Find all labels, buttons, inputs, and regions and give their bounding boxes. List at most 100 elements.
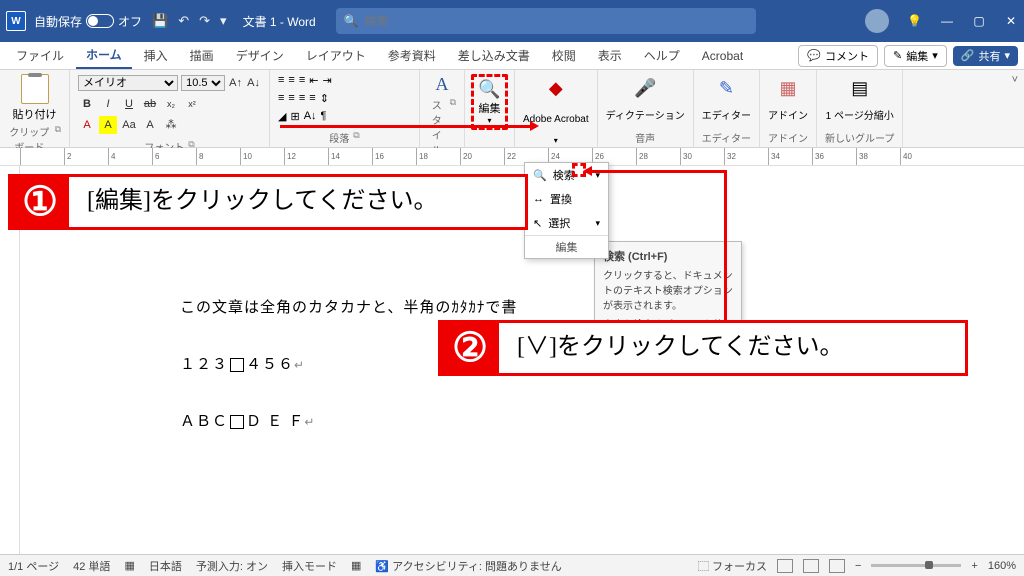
edit-button-highlight: 🔍 編集 ▾ [471,74,507,130]
title-bar: W 自動保存 オフ 💾 ↶ ↷ ▾ 文書 1 - Word 🔍 💡 — ▢ ✕ [0,0,1024,42]
italic-button[interactable]: I [99,95,117,113]
bold-button[interactable]: B [78,95,96,113]
user-avatar[interactable] [865,9,889,33]
ribbon-tabs: ファイル ホーム 挿入 描画 デザイン レイアウト 参考資料 差し込み文書 校閲… [0,42,1024,70]
align-center-button[interactable]: ≡ [288,92,294,105]
save-icon[interactable]: 💾 [152,13,168,29]
status-insert-mode[interactable]: 挿入モード [282,558,337,574]
shading-button[interactable]: ◢ [278,110,286,123]
help-icon[interactable]: 💡 [907,14,922,28]
close-button[interactable]: ✕ [1004,14,1018,28]
tab-mailings[interactable]: 差し込み文書 [448,43,540,68]
tab-review[interactable]: 校閲 [542,43,586,68]
acrobat-icon: ◆ [549,74,563,102]
borders-button[interactable]: ⊞ [290,110,299,123]
tab-home[interactable]: ホーム [76,42,132,69]
decrease-indent-button[interactable]: ⇤ [309,74,318,87]
horizontal-ruler[interactable]: 246810121416182022242628303234363840 [0,148,1024,166]
tab-draw[interactable]: 描画 [180,43,224,68]
dialog-launcher-icon[interactable]: ⧉ [353,130,359,145]
read-mode-button[interactable] [777,559,793,573]
underline-button[interactable]: U [120,95,138,113]
callout-text-1: [編集]をクリックしてください。 [69,177,456,227]
cursor-icon: ↖ [533,217,542,230]
justify-button[interactable]: ≡ [309,92,315,105]
zoom-in-button[interactable]: + [971,560,977,572]
subscript-button[interactable]: x₂ [162,95,180,113]
font-name-select[interactable]: メイリオ [78,75,178,91]
web-layout-button[interactable] [829,559,845,573]
show-marks-button[interactable]: ¶ [321,110,327,123]
share-button[interactable]: 🔗 共有 ▾ [953,46,1018,66]
zoom-level[interactable]: 160% [988,560,1016,572]
callout-number-2: ② [441,323,499,373]
maximize-button[interactable]: ▢ [972,14,986,28]
styles-button[interactable]: A [436,74,449,95]
status-accessibility[interactable]: ♿ アクセシビリティ: 問題ありません [375,558,561,574]
quick-access-toolbar: 💾 ↶ ↷ ▾ [152,13,227,29]
tab-view[interactable]: 表示 [588,43,632,68]
grow-font-icon[interactable]: A↑ [228,74,243,92]
line-spacing-button[interactable]: ⇕ [320,92,329,105]
search-input[interactable] [365,14,748,28]
group-editing: 🔍 編集 ▾ [465,70,515,147]
zoom-out-button[interactable]: − [855,560,861,572]
status-macro-icon[interactable]: ▦ [351,559,361,572]
autosave-toggle[interactable] [86,14,114,28]
tab-insert[interactable]: 挿入 [134,43,178,68]
annotation-arrow-1 [280,125,536,128]
tab-help[interactable]: ヘルプ [634,43,690,68]
superscript-button[interactable]: x² [183,95,201,113]
tab-layout[interactable]: レイアウト [296,43,376,68]
status-word-count[interactable]: 42 単語 [73,558,110,574]
phonetic-button[interactable]: ⁂ [162,116,180,134]
status-predict[interactable]: 予測入力: オン [196,558,268,574]
highlight-button[interactable]: A [99,116,117,134]
focus-mode-button[interactable]: ⬚ フォーカス [698,558,767,574]
ribbon-collapse-icon[interactable]: ˅ [1006,70,1024,147]
zoom-slider[interactable] [871,564,961,567]
char-border-button[interactable]: A [141,116,159,134]
align-left-button[interactable]: ≡ [278,92,284,105]
tab-references[interactable]: 参考資料 [378,43,446,68]
tab-acrobat[interactable]: Acrobat [692,45,753,67]
menu-item-search[interactable]: 🔍検索▾ [525,163,608,187]
change-case-button[interactable]: Aa [120,116,138,134]
addin-button[interactable]: ▦ アドイン アドイン [760,70,817,147]
zoom-1page-button[interactable]: ▤ 1 ページ分縮小 新しいグループ [817,70,903,147]
print-layout-button[interactable] [803,559,819,573]
increase-indent-button[interactable]: ⇥ [322,74,331,87]
annotation-callout-1: ① [編集]をクリックしてください。 [8,174,528,230]
editing-mode-button[interactable]: ✎ 編集 ▾ [884,45,947,67]
numbering-button[interactable]: ≡ [288,74,294,87]
status-language[interactable]: 日本語 [149,558,182,574]
font-size-select[interactable]: 10.5 [181,75,225,91]
tooltip-title: 検索 (Ctrl+F) [603,248,733,264]
qat-dropdown-icon[interactable]: ▾ [220,13,227,29]
status-page[interactable]: 1/1 ページ [8,558,59,574]
shrink-font-icon[interactable]: A↓ [246,74,261,92]
minimize-button[interactable]: — [940,14,954,28]
sort-button[interactable]: A↓ [304,110,317,123]
bullets-button[interactable]: ≡ [278,74,284,87]
undo-icon[interactable]: ↶ [178,13,189,29]
align-right-button[interactable]: ≡ [299,92,305,105]
paste-button[interactable]: 貼り付け [8,74,61,122]
comments-button[interactable]: 💬 コメント [798,45,878,67]
autosave[interactable]: 自動保存 オフ [34,13,142,30]
tab-design[interactable]: デザイン [226,43,294,68]
dictation-button[interactable]: 🎤 ディクテーション 音声 [598,70,694,147]
multilevel-button[interactable]: ≡ [299,74,305,87]
search-box[interactable]: 🔍 [336,8,756,34]
tab-file[interactable]: ファイル [6,43,74,68]
acrobat-button[interactable]: ◆ Adobe Acrobat ▾ [515,70,598,147]
doc-line-3: ＡＢＣＤ Ｅ Ｆ↵ [180,410,1024,431]
editor-button[interactable]: ✎ エディター エディター [694,70,760,147]
status-proofing-icon[interactable]: ▦ [124,559,134,572]
font-color-button[interactable]: A [78,116,96,134]
menu-item-select[interactable]: ↖選択▾ [525,211,608,235]
redo-icon[interactable]: ↷ [199,13,210,29]
menu-item-replace[interactable]: ↔置換 [525,187,608,211]
edit-button[interactable]: 🔍 編集 ▾ [478,79,500,125]
strike-button[interactable]: ab [141,95,159,113]
